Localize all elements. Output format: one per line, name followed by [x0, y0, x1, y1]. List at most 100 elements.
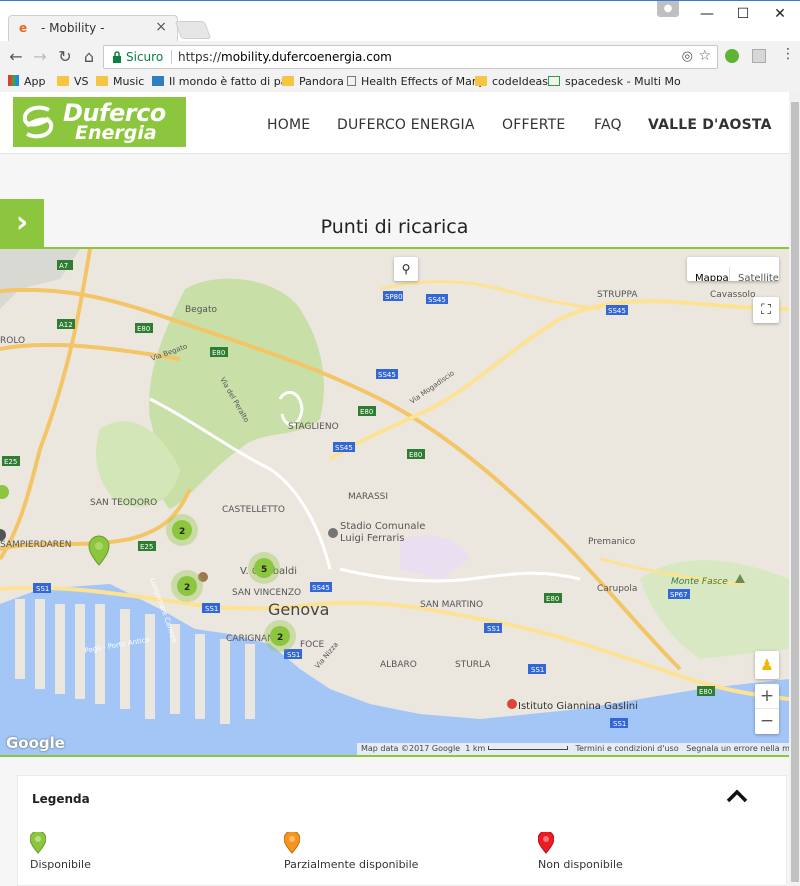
location-target-icon[interactable]: ◎: [682, 49, 693, 64]
logo-text-line2: Energia: [75, 122, 157, 144]
cluster-count: 2: [277, 633, 283, 643]
label-stadio-line1: Stadio Comunale: [340, 521, 425, 532]
google-logo[interactable]: Google: [6, 734, 65, 752]
bookmark-label: App: [24, 75, 46, 88]
report-error-link[interactable]: Segnala un errore nella mappa: [686, 744, 789, 753]
nav-duferco-energia[interactable]: DUFERCO ENERGIA: [337, 117, 475, 133]
hospital-poi-icon[interactable]: [507, 699, 517, 709]
cluster-marker[interactable]: 2: [264, 620, 296, 652]
lock-icon: [113, 51, 121, 63]
orange-pin-icon: [284, 832, 300, 854]
bookmark-label: codeIdeas: [492, 75, 548, 88]
page-title: Punti di ricarica: [320, 216, 469, 238]
zoom-out-button[interactable]: −: [755, 709, 779, 734]
url-text[interactable]: https://mobility.dufercoenergia.com: [178, 50, 392, 64]
legend-item-unavailable: Non disponibile: [538, 832, 768, 876]
shield-text: SS1: [205, 605, 218, 613]
home-icon[interactable]: ⌂: [79, 47, 99, 67]
shield-text: E80: [137, 325, 150, 333]
tab-close-icon[interactable]: ×: [155, 19, 167, 35]
legend-label: Disponibile: [30, 858, 91, 871]
nav-valle-daosta[interactable]: VALLE D'AOSTA: [648, 117, 772, 133]
bookmark-label: spacedesk - Multi Mo: [565, 75, 681, 88]
red-pin-icon: [538, 832, 554, 854]
nav-offerte[interactable]: OFFERTE: [502, 117, 565, 133]
stadium-poi-icon[interactable]: [328, 528, 338, 538]
pin-dot: [95, 542, 103, 550]
cluster-marker[interactable]: 2: [171, 570, 203, 602]
street-view-pegman-icon[interactable]: ♟: [755, 651, 779, 679]
my-location-pin-icon[interactable]: ⚲: [394, 257, 418, 281]
nav-home[interactable]: HOME: [267, 117, 310, 133]
cluster-marker[interactable]: 5: [248, 552, 280, 584]
minimize-button[interactable]: —: [687, 1, 727, 27]
browser-toolbar: ← → ↻ ⌂ Sicuro https://mobility.dufercoe…: [0, 41, 800, 71]
apps-grid-icon: [8, 75, 19, 86]
shield-text: E25: [140, 543, 153, 551]
bookmark-spacedesk[interactable]: spacedesk - Multi Mo: [548, 74, 681, 90]
shield-text: E80: [212, 349, 225, 357]
extension-icon[interactable]: [725, 49, 739, 63]
extension-cube-icon[interactable]: [752, 49, 766, 63]
label-castelletto: CASTELLETTO: [222, 505, 285, 515]
address-bar[interactable]: Sicuro https://mobility.dufercoenergia.c…: [103, 45, 718, 69]
cluster-count: 2: [179, 527, 185, 537]
browser-tab[interactable]: e - Mobility - ×: [8, 15, 178, 41]
bookmark-star-icon[interactable]: ☆: [698, 48, 711, 64]
menu-kebab-icon[interactable]: ⋮: [781, 46, 795, 62]
back-arrow-icon[interactable]: ←: [6, 47, 26, 67]
shield-text: SS1: [487, 625, 500, 633]
nav-faq[interactable]: FAQ: [594, 117, 622, 133]
shield-text: E25: [4, 458, 17, 466]
sidebar-toggle-chevron-icon[interactable]: ›: [0, 199, 44, 247]
forward-arrow-icon[interactable]: →: [30, 47, 50, 67]
zoom-in-button[interactable]: +: [755, 684, 779, 709]
bookmark-codeideas[interactable]: codeIdeas: [475, 74, 548, 90]
bookmark-label: Music: [113, 75, 145, 88]
duferco-logo[interactable]: Duferco Energia: [13, 97, 186, 147]
green-pin-icon: [30, 832, 46, 854]
label-marassi: MARASSI: [348, 492, 388, 502]
shield-text: SP67: [670, 591, 688, 599]
fullscreen-icon[interactable]: ⛶: [753, 297, 779, 323]
bookmark-pandora[interactable]: Pandora: [282, 74, 344, 90]
new-tab-button[interactable]: [174, 21, 212, 39]
shield-text: A7: [59, 262, 68, 270]
cluster-marker[interactable]: 2: [166, 514, 198, 546]
legend-label: Non disponibile: [538, 858, 623, 871]
cluster-count: 2: [184, 583, 190, 593]
label-san-martino: SAN MARTINO: [420, 600, 483, 610]
bookmark-health[interactable]: Health Effects of Marij: [347, 74, 482, 90]
user-profile-icon[interactable]: ●: [657, 1, 679, 17]
bookmark-label: Il mondo è fatto di pa: [169, 75, 288, 88]
close-window-button[interactable]: ✕: [760, 1, 800, 27]
reload-icon[interactable]: ↻: [55, 47, 75, 67]
collapse-chevron-up-icon[interactable]: [725, 784, 749, 808]
label-sturla: STURLA: [455, 660, 491, 670]
legend-title: Legenda: [32, 792, 90, 806]
label-cavassolo: Cavassolo: [710, 290, 756, 300]
bookmark-vs[interactable]: VS: [57, 74, 89, 90]
label-rolo: ROLO: [0, 336, 25, 346]
terms-link[interactable]: Termini e condizioni d'uso: [575, 744, 678, 753]
map-type-satellite-button[interactable]: Satellite: [729, 267, 779, 281]
shield-text: SS45: [428, 296, 446, 304]
label-premanico: Premanico: [588, 537, 636, 547]
map-container[interactable]: Begato STAGLIENO MARASSI SAN TEODORO CAS…: [0, 247, 789, 757]
label-san-teodoro: SAN TEODORO: [90, 498, 157, 508]
label-gaslini: Istituto Giannina Gaslini: [518, 701, 638, 712]
page-scrollbar[interactable]: [789, 92, 800, 886]
bookmark-mondo[interactable]: Il mondo è fatto di pa: [152, 74, 287, 90]
url-scheme: https://: [178, 50, 222, 64]
bookmark-music[interactable]: Music: [96, 74, 144, 90]
map-canvas[interactable]: Begato STAGLIENO MARASSI SAN TEODORO CAS…: [0, 249, 789, 755]
bookmark-apps[interactable]: App: [8, 74, 46, 90]
label-staglieno: STAGLIENO: [288, 422, 339, 432]
label-albaro: ALBARO: [380, 660, 417, 670]
maximize-button[interactable]: ☐: [723, 1, 763, 27]
url-host: mobility.dufercoenergia.com: [221, 50, 392, 64]
shield-text: SS1: [36, 585, 49, 593]
scrollbar-thumb[interactable]: [791, 102, 799, 882]
scale-label[interactable]: 1 km: [465, 744, 485, 753]
attribution-text: Map data ©2017 Google: [361, 744, 461, 753]
